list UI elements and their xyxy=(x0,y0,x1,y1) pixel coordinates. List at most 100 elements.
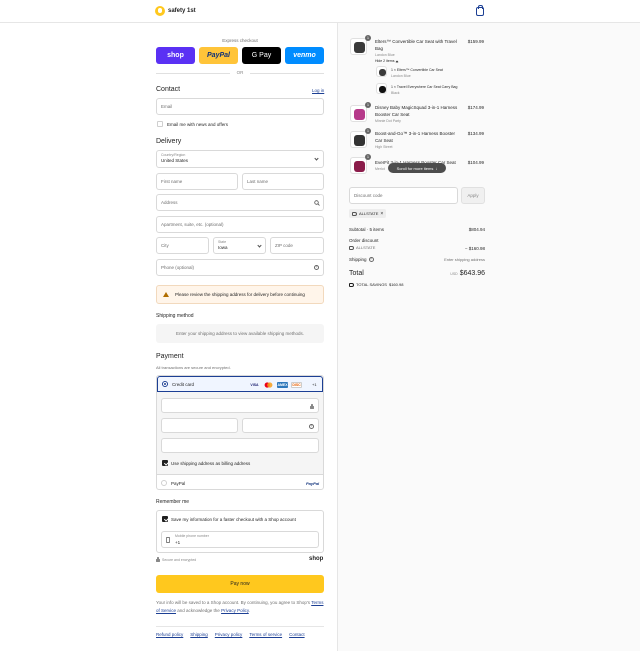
applied-discount-tag: ALLSTATE × xyxy=(349,209,387,218)
tag-icon xyxy=(352,211,357,216)
terms-of-service-link[interactable]: Terms of service xyxy=(249,632,282,637)
mobile-phone-icon xyxy=(166,537,170,543)
item-variant: Landon Blue xyxy=(375,53,395,57)
google-pay-button[interactable]: G Pay xyxy=(242,47,281,64)
credit-card-option[interactable]: Credit card VISA AMEX DISC +1 xyxy=(157,376,323,392)
help-icon[interactable]: ? xyxy=(314,265,319,270)
paypal-option[interactable]: PayPal PayPal xyxy=(157,474,323,490)
city-input[interactable]: City xyxy=(156,237,209,254)
shipping-line: Shipping ? xyxy=(349,257,374,262)
save-info-label: Save my information for a faster checkou… xyxy=(171,517,296,522)
mobile-phone-input[interactable]: Mobile phone number +1 xyxy=(161,531,319,548)
shop-pay-button[interactable]: shop xyxy=(156,47,195,64)
discount-placeholder: Discount code xyxy=(354,193,383,198)
car-seat-image xyxy=(354,42,365,53)
item-variant: Minnie Dot Party xyxy=(375,119,401,123)
paypal-radio[interactable] xyxy=(161,480,167,486)
order-discount-label: Order discount xyxy=(349,238,379,243)
warning-icon xyxy=(163,292,169,297)
remember-title: Remember me xyxy=(156,499,190,505)
item-title: Elters™ Convertible Car Seat with Travel… xyxy=(375,39,457,51)
savings-value: $160.98 xyxy=(388,282,404,287)
email-input[interactable]: Email xyxy=(156,98,324,115)
privacy-link[interactable]: Privacy Policy xyxy=(221,608,249,613)
mobile-phone-value: +1 xyxy=(175,540,181,545)
or-divider: OR xyxy=(156,70,324,76)
first-name-placeholder: First name xyxy=(161,179,183,184)
phone-input[interactable]: Phone (optional) ? xyxy=(156,259,324,276)
visa-icon: VISA xyxy=(250,383,259,387)
card-expiry-input[interactable] xyxy=(161,418,238,433)
shipping-info: Enter your shipping address to view avai… xyxy=(156,324,324,343)
paypal-logo-icon: PayPal xyxy=(306,480,320,486)
bundle-item-title: 1 × Travel Everywhere Car Seat Carry Bag xyxy=(391,85,458,89)
hide-items-toggle[interactable]: Hide 2 items xyxy=(375,59,399,63)
first-name-input[interactable]: First name xyxy=(156,173,238,190)
chevron-down-icon xyxy=(257,243,262,248)
footer-links: Refund policy Shipping Privacy policy Te… xyxy=(156,632,305,637)
privacy-policy-link[interactable]: Privacy policy xyxy=(215,632,243,637)
card-security-code-input[interactable]: ? xyxy=(242,418,319,433)
car-seat-image xyxy=(354,161,365,172)
zip-input[interactable]: ZIP code xyxy=(270,237,324,254)
hide-items-label: Hide 2 items xyxy=(375,59,395,63)
secure-note: Secure and encrypted xyxy=(156,556,196,562)
or-text: OR xyxy=(236,70,244,75)
legal-text-3: . xyxy=(248,607,251,613)
country-value: United States xyxy=(161,158,189,163)
help-icon[interactable]: ? xyxy=(309,423,314,429)
remove-discount-icon[interactable]: × xyxy=(380,211,383,217)
card-name-input[interactable] xyxy=(161,438,319,453)
payment-title: Payment xyxy=(156,353,184,360)
currency-code: USD xyxy=(450,272,458,276)
state-select[interactable]: State Iowa xyxy=(213,237,266,254)
apply-discount-button[interactable]: Apply xyxy=(461,187,485,204)
arrow-down-icon: ↓ xyxy=(435,165,438,171)
item-price: $159.99 xyxy=(467,39,484,44)
cart-bag-icon[interactable] xyxy=(476,5,484,16)
footer-divider xyxy=(156,626,324,627)
divider-line xyxy=(156,73,230,74)
venmo-button[interactable]: venmo xyxy=(285,47,324,64)
remember-me-box: Save my information for a faster checkou… xyxy=(156,510,324,553)
contact-title: Contact xyxy=(156,86,181,93)
item-price: $174.99 xyxy=(467,105,484,110)
total-value: $643.96 xyxy=(459,270,485,277)
discount-code-line: ALLSTATE xyxy=(349,245,375,250)
more-cards-count: +1 xyxy=(312,382,317,387)
save-info-checkbox[interactable] xyxy=(162,516,168,522)
paypal-button[interactable]: PayPal xyxy=(199,47,238,64)
applied-code: ALLSTATE xyxy=(359,211,379,216)
credit-card-radio[interactable] xyxy=(162,381,168,387)
help-icon[interactable]: ? xyxy=(368,257,374,262)
card-number-input[interactable] xyxy=(161,398,319,413)
address-input[interactable]: Address xyxy=(156,194,324,211)
address-placeholder: Address xyxy=(161,200,178,205)
discount-code-input[interactable]: Discount code xyxy=(349,187,458,204)
subtotal-label: Subtotal · 5 items xyxy=(349,227,385,232)
lock-icon xyxy=(156,556,160,562)
shipping-link[interactable]: Shipping xyxy=(190,632,208,637)
last-name-input[interactable]: Last name xyxy=(242,173,324,190)
warning-text: Please review the shipping address for d… xyxy=(175,292,305,297)
apartment-input[interactable]: Apartment, suite, etc. (optional) xyxy=(156,216,324,233)
brand-logo[interactable]: safety 1st xyxy=(155,6,196,16)
mobile-phone-label: Mobile phone number xyxy=(175,534,209,538)
pay-now-button[interactable]: Pay now xyxy=(156,575,324,593)
contact-link[interactable]: Contact xyxy=(289,632,305,637)
country-select[interactable]: Country/Region United States xyxy=(156,150,324,168)
refund-policy-link[interactable]: Refund policy xyxy=(156,632,183,637)
zip-placeholder: ZIP code xyxy=(275,243,293,248)
billing-same-checkbox[interactable] xyxy=(162,460,168,466)
login-link[interactable]: Log in xyxy=(312,88,324,93)
bundle-thumbnail xyxy=(376,83,387,94)
item-price: $134.99 xyxy=(467,131,484,136)
chevron-up-icon xyxy=(395,60,399,63)
legal-text-1: Your info will be saved to a Shop accoun… xyxy=(156,600,312,605)
scroll-more-button[interactable]: Scroll for more items ↓ xyxy=(388,163,446,173)
bundle-thumbnail xyxy=(376,66,387,77)
divider-line xyxy=(250,73,324,74)
paypal-label: PayPal xyxy=(171,480,186,486)
state-value: Iowa xyxy=(218,245,228,250)
news-checkbox[interactable] xyxy=(157,121,163,127)
